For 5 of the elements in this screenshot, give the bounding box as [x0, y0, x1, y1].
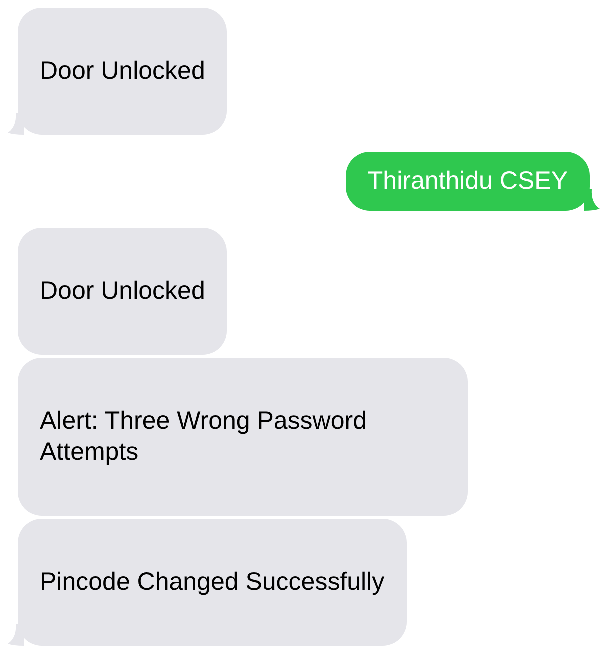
incoming-message-bubble: Alert: Three Wrong Password Attempts: [18, 358, 468, 516]
incoming-message-bubble: Door Unlocked: [18, 228, 228, 355]
incoming-message-bubble: Pincode Changed Successfully: [18, 519, 407, 646]
incoming-message-bubble: Door Unlocked: [18, 8, 228, 135]
outgoing-message-bubble: Thiranthidu CSEY: [346, 152, 590, 211]
